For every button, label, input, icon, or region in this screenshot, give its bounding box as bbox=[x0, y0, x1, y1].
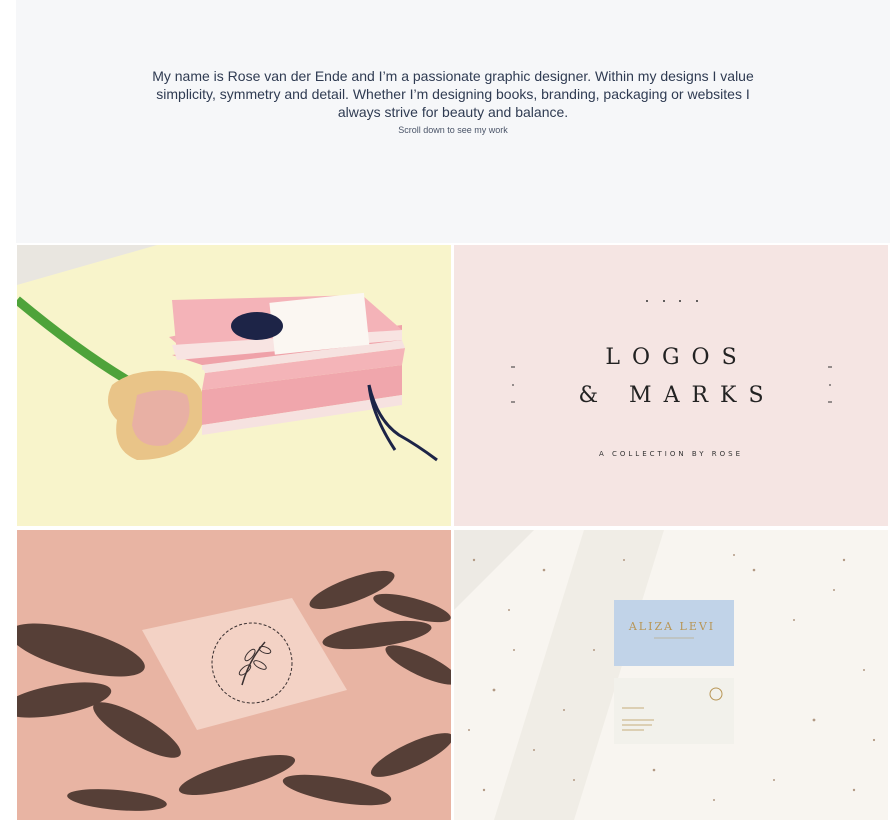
logos-title-line2: & MARKS bbox=[578, 383, 776, 408]
portfolio-tile-logos[interactable]: LOGOS & MARKS A COLLECTION BY ROSE bbox=[454, 245, 888, 526]
logos-subtitle: A COLLECTION BY ROSE bbox=[599, 450, 743, 458]
logos-title-line1: LOGOS bbox=[605, 345, 749, 370]
intro-section: My name is Rose van der Ende and I’m a p… bbox=[16, 0, 890, 243]
card-shadow-image bbox=[17, 530, 451, 820]
business-card-image bbox=[454, 530, 888, 820]
portfolio-tile-card-shadows[interactable] bbox=[17, 530, 451, 820]
portfolio-tile-business-card[interactable]: ALIZA LEVI bbox=[454, 530, 888, 820]
intro-text: My name is Rose van der Ende and I’m a p… bbox=[152, 68, 754, 120]
books-image bbox=[17, 245, 451, 526]
portfolio-tile-books[interactable] bbox=[17, 245, 451, 526]
card-name-text: ALIZA LEVI bbox=[628, 620, 716, 633]
scroll-down-link[interactable]: Scroll down to see my work bbox=[16, 125, 890, 135]
